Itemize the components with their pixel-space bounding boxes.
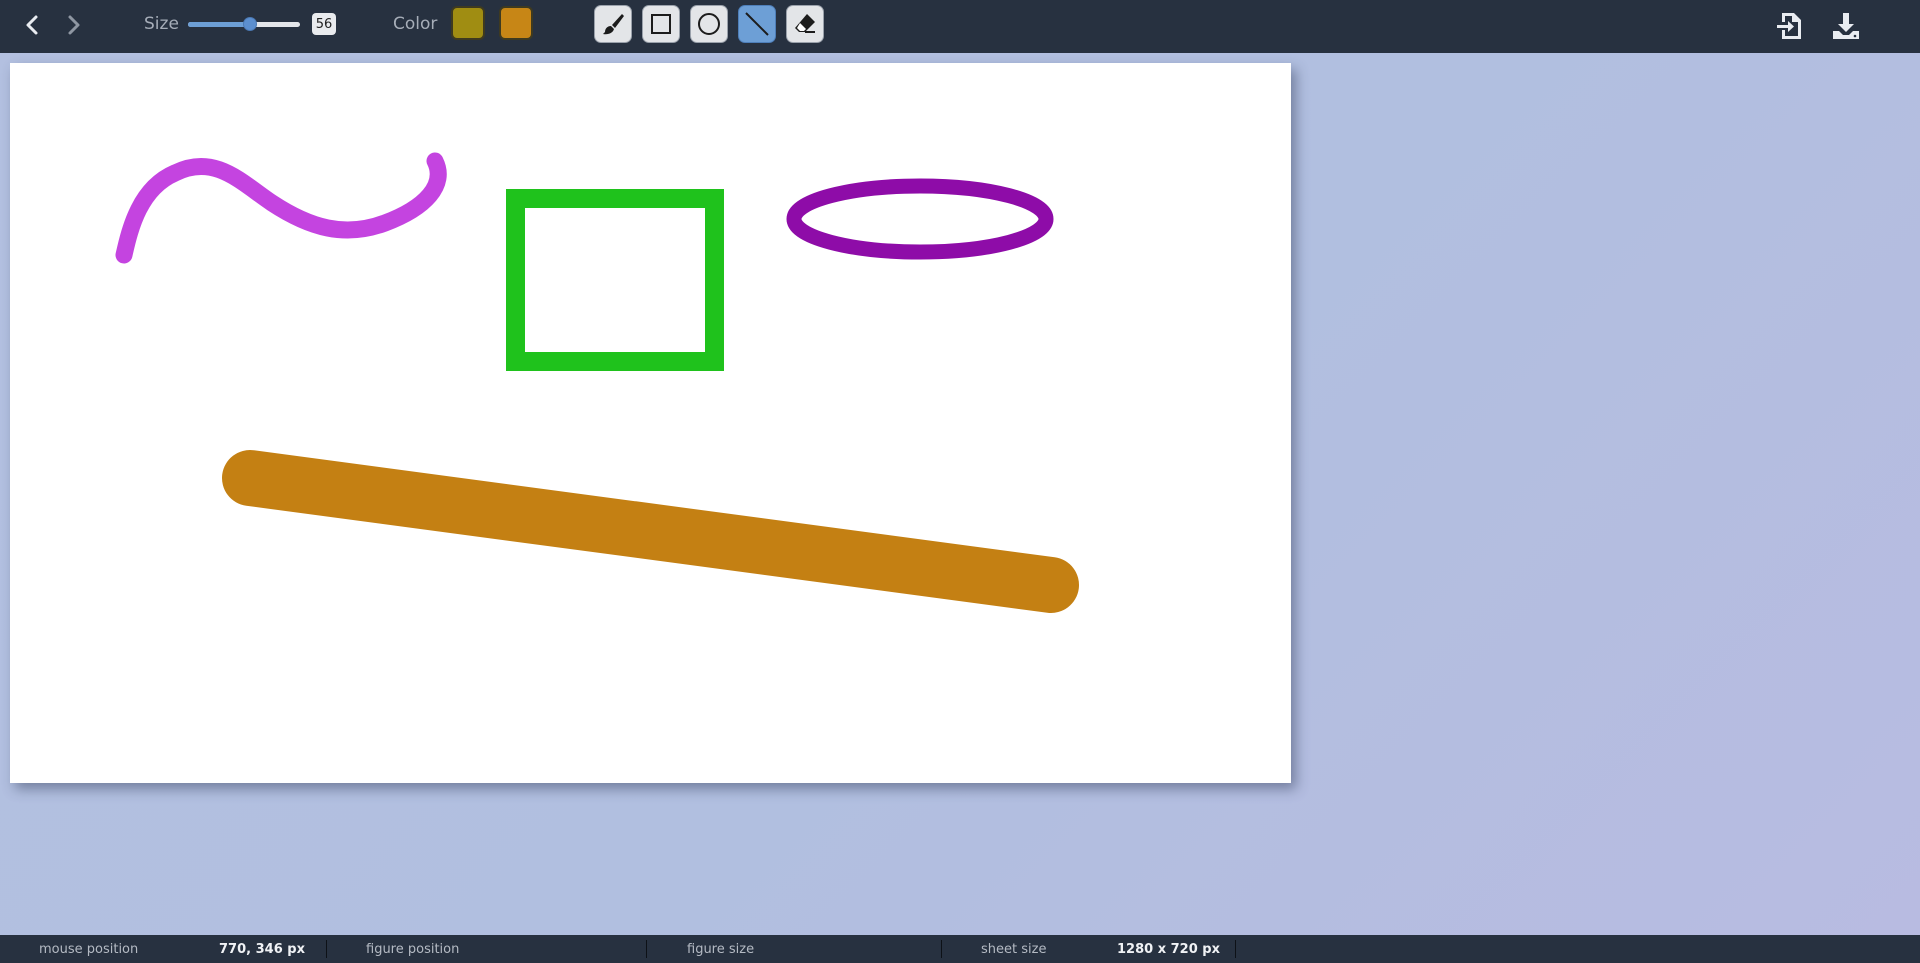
rectangle-tool-button[interactable] xyxy=(642,5,680,43)
drawing-canvas[interactable] xyxy=(10,63,1291,783)
import-file-icon xyxy=(1777,13,1801,39)
secondary-color-swatch[interactable] xyxy=(499,6,533,40)
mouse-position-label: mouse position xyxy=(39,942,139,957)
undo-button[interactable] xyxy=(19,11,47,39)
primary-color-swatch[interactable] xyxy=(451,6,485,40)
sheet-size-value: 1280 x 720 px xyxy=(1117,942,1220,957)
eraser-icon xyxy=(795,14,815,33)
size-slider-fill xyxy=(188,22,250,27)
rectangle-shape xyxy=(506,189,724,371)
figure-size-label: figure size xyxy=(687,942,755,957)
mouse-position-value: 770, 346 px xyxy=(219,942,305,957)
color-label: Color xyxy=(393,14,438,34)
canvas-drawing xyxy=(115,152,1079,613)
download-button[interactable] xyxy=(1828,8,1864,44)
circle-tool-button[interactable] xyxy=(690,5,728,43)
size-slider[interactable] xyxy=(188,17,300,31)
toolbar: Size 56 Color xyxy=(0,0,1920,53)
status-divider xyxy=(1235,940,1236,958)
brush-icon xyxy=(603,14,624,35)
import-button[interactable] xyxy=(1772,8,1808,44)
line-icon xyxy=(745,12,769,36)
chevron-left-icon xyxy=(26,15,38,35)
line-tool-button[interactable] xyxy=(738,5,776,43)
download-icon xyxy=(1833,13,1859,39)
circle-icon xyxy=(698,13,720,35)
square-icon xyxy=(651,14,671,34)
freehand-stroke xyxy=(115,152,447,264)
size-label: Size xyxy=(144,14,179,34)
ellipse-shape xyxy=(786,178,1054,260)
line-shape xyxy=(222,450,1079,613)
eraser-tool-button[interactable] xyxy=(786,5,824,43)
size-value: 56 xyxy=(312,13,336,35)
status-divider xyxy=(941,940,942,958)
chevron-right-icon xyxy=(68,15,80,35)
status-bar: mouse position 770, 346 px figure positi… xyxy=(0,935,1920,963)
figure-position-label: figure position xyxy=(366,942,460,957)
brush-tool-button[interactable] xyxy=(594,5,632,43)
size-slider-thumb[interactable] xyxy=(242,17,257,31)
status-divider xyxy=(646,940,647,958)
status-divider xyxy=(326,940,327,958)
sheet-size-label: sheet size xyxy=(981,942,1047,957)
redo-button[interactable] xyxy=(59,11,87,39)
